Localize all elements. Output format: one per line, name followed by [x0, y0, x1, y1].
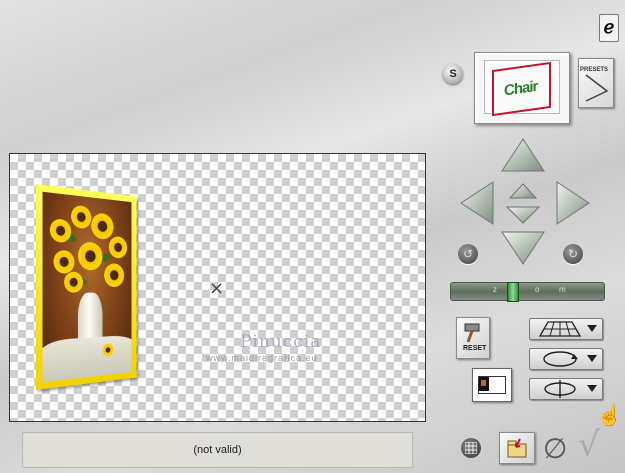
depth-up-button[interactable]: [508, 182, 538, 200]
arrow-down-icon: [501, 231, 545, 265]
open-file-button[interactable]: [499, 432, 535, 464]
folder-icon: [507, 438, 527, 458]
rotate-mode-dropdown[interactable]: [529, 348, 603, 370]
center-marker[interactable]: ×: [209, 278, 224, 299]
zoom-label-o: o: [535, 285, 540, 294]
sunflower-image: [42, 191, 132, 383]
cancel-icon[interactable]: ∅: [543, 432, 567, 465]
framed-photo[interactable]: [36, 184, 137, 390]
arrow-right-icon: [556, 181, 590, 225]
rotate-circle-icon: [543, 351, 578, 367]
reset-label: RESET: [463, 345, 487, 352]
move-down-button[interactable]: [500, 230, 546, 266]
presets-arrow-icon: [585, 74, 609, 102]
axis-rotate-icon: [544, 380, 576, 398]
hammer-icon: [464, 323, 480, 343]
status-text: (not valid): [193, 444, 242, 456]
color-swatch[interactable]: [472, 368, 512, 402]
depth-down-button[interactable]: [505, 205, 541, 225]
ok-checkmark-icon[interactable]: √: [578, 425, 600, 465]
preset-preview[interactable]: Chair: [474, 52, 570, 124]
reset-button[interactable]: RESET: [456, 317, 490, 359]
rotate-right-button[interactable]: ↻: [563, 244, 583, 264]
chevron-down-icon: [587, 385, 597, 392]
move-right-button[interactable]: [555, 180, 591, 226]
axis-rotate-dropdown[interactable]: [529, 378, 603, 400]
small-up-icon: [508, 183, 538, 199]
grid-plane-dropdown[interactable]: [529, 318, 603, 340]
move-left-button[interactable]: [459, 180, 495, 226]
watermark-name: Pinuccia: [240, 332, 322, 352]
preview-thumbnail: Chair: [492, 61, 551, 117]
perspective-grid-icon: [538, 321, 582, 337]
grid-toggle-button[interactable]: [461, 438, 481, 458]
small-down-icon: [505, 206, 541, 224]
status-bar: (not valid): [22, 432, 413, 468]
arrow-up-icon: [501, 138, 545, 172]
presets-button[interactable]: PRESETS: [578, 58, 614, 108]
watermark-url: www.maidiregrafica.eu: [206, 353, 318, 363]
chevron-down-icon: [587, 355, 597, 362]
preview-canvas[interactable]: × Pinuccia www.maidiregrafica.eu: [9, 153, 426, 422]
about-icon[interactable]: ℯ: [599, 14, 619, 42]
chevron-down-icon: [587, 325, 597, 332]
zoom-slider[interactable]: z o m: [450, 282, 605, 302]
move-up-button[interactable]: [500, 137, 546, 173]
arrow-left-icon: [460, 181, 494, 225]
rotate-left-button[interactable]: ↺: [458, 244, 478, 264]
preview-text: Chair: [504, 77, 538, 100]
preview-frame: Chair: [484, 60, 560, 117]
settings-badge[interactable]: S: [443, 64, 463, 84]
grid-icon: [465, 442, 477, 454]
zoom-label-m: m: [559, 285, 566, 294]
pointing-hand-icon: ☝: [597, 405, 622, 427]
zoom-label-z: z: [493, 285, 497, 294]
zoom-thumb[interactable]: [507, 282, 519, 302]
